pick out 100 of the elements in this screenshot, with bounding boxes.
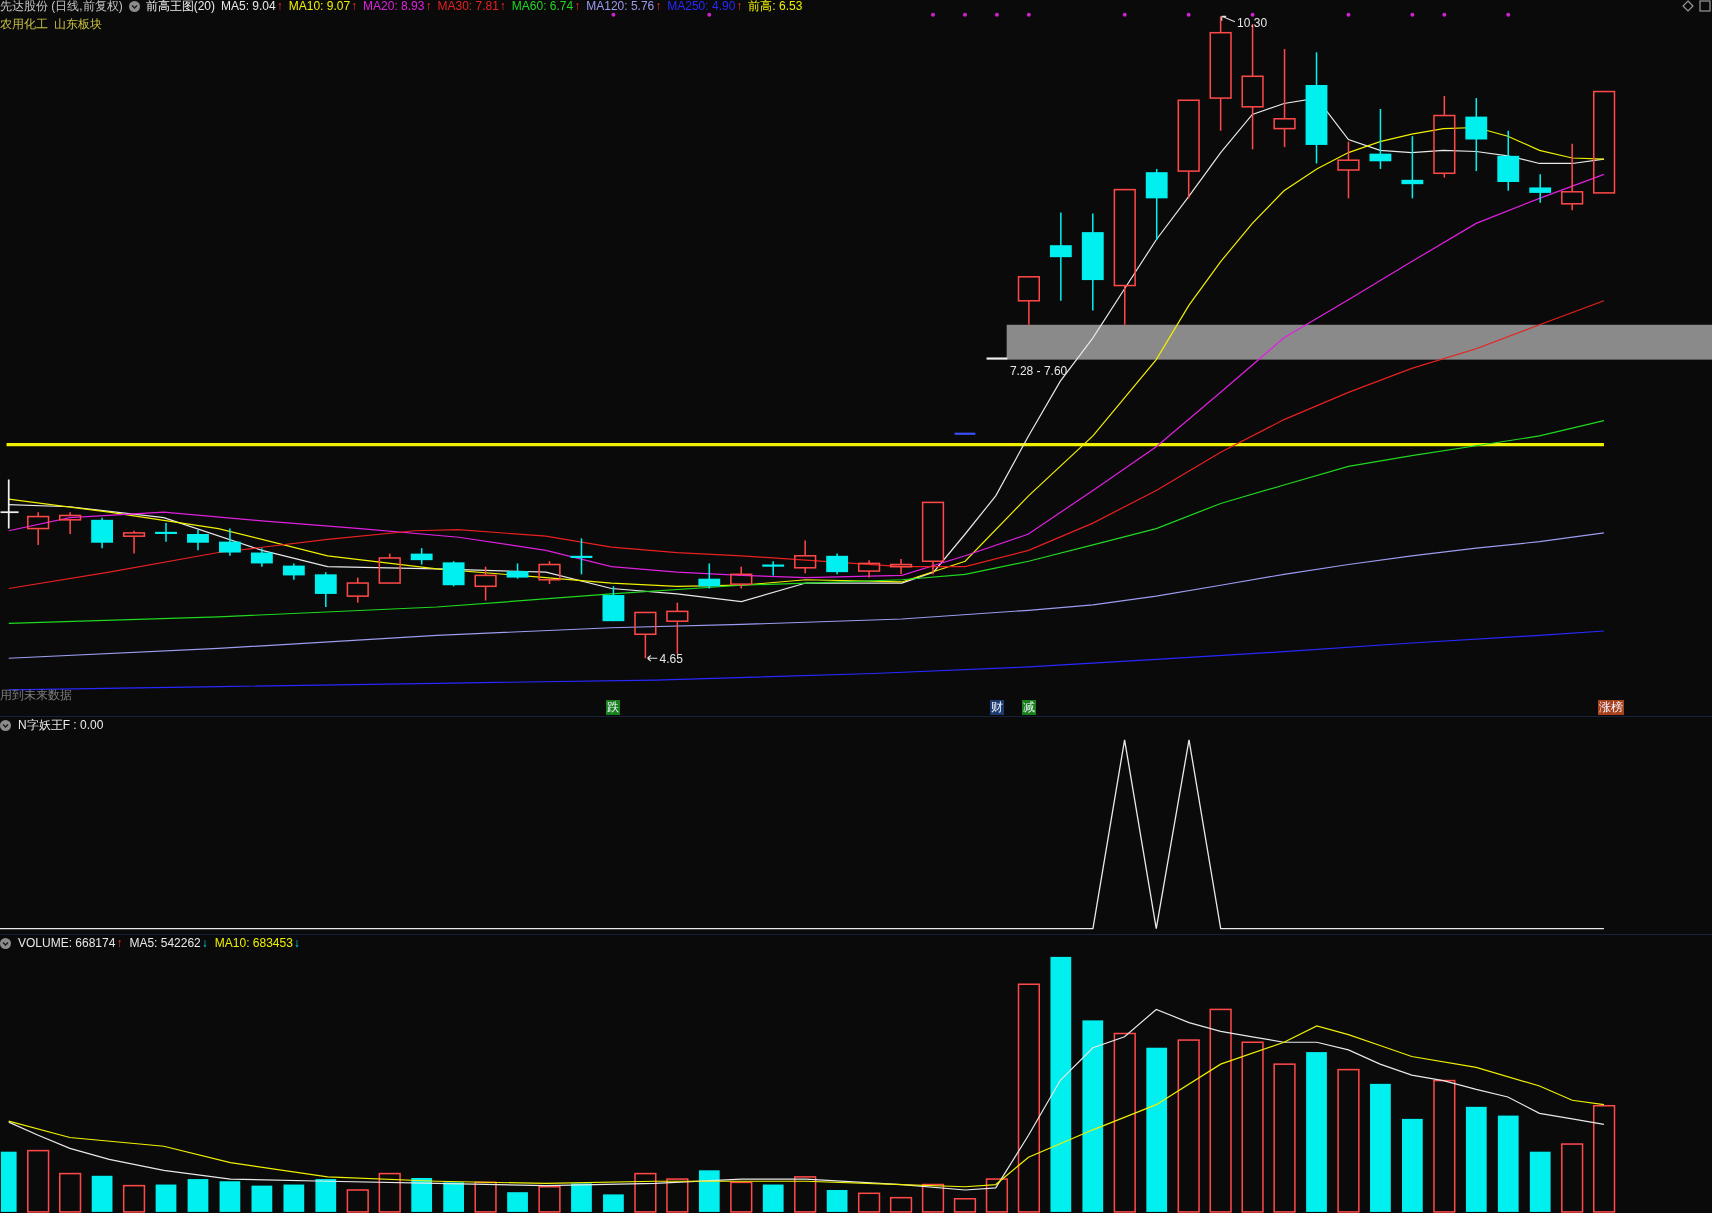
leader-arrow [646, 654, 658, 662]
trend-arrow: ↑ [574, 0, 581, 13]
candle [666, 601, 689, 655]
candle [282, 562, 305, 581]
signal-tag: 减 [1021, 700, 1036, 715]
volume-bar [122, 1184, 146, 1213]
candle [762, 560, 785, 577]
candle [187, 528, 209, 552]
candle [698, 562, 721, 590]
trend-arrow: ↑ [351, 0, 358, 13]
sector-label: 农用化工 [0, 17, 48, 31]
leader-arrow [1221, 15, 1236, 23]
crosshair-icon [0, 478, 20, 530]
volume-bar [187, 1179, 209, 1212]
candle [889, 558, 913, 576]
price-label: 4.65 [659, 651, 683, 666]
volume-bar [91, 1175, 113, 1212]
volume-bar [826, 1190, 848, 1212]
indicator-value: N字妖王F : 0.00 [18, 718, 104, 732]
indicator-value: MA30: 7.81 [437, 0, 499, 13]
indicator-value: 前高: 6.53 [748, 0, 803, 13]
signal-dot-icon [1186, 12, 1191, 17]
signal-tag: 财 [989, 700, 1004, 715]
indicator-value: VOLUME: 668174 [18, 936, 116, 950]
candle [155, 522, 177, 543]
price-label: 7.28 - 7.60 [1009, 363, 1068, 378]
signal-dot-icon [1250, 12, 1255, 17]
indicator-value: MA10: 683453 [214, 936, 293, 950]
volume-bar [538, 1185, 561, 1213]
signal-dot-icon [963, 12, 967, 17]
indicator-value: MA5: 542262 [129, 936, 201, 950]
candle [634, 611, 657, 659]
volume-bar [921, 1183, 945, 1213]
volume-bar [985, 1178, 1009, 1213]
volume-bar [1529, 1151, 1551, 1212]
candle [602, 585, 625, 622]
signal-dot-icon [1410, 12, 1415, 17]
indicator-value: MA10: 9.07 [288, 0, 351, 13]
signal-dot-icon [707, 12, 712, 17]
candle [1497, 130, 1520, 192]
candle [442, 560, 465, 588]
volume-bar [411, 1178, 433, 1212]
volume-bar [27, 1149, 50, 1213]
volume-bar [698, 1170, 720, 1212]
trend-arrow: ↑ [499, 0, 506, 13]
candle [826, 552, 849, 576]
diamond-icon[interactable] [1682, 0, 1694, 12]
candle [1561, 143, 1584, 212]
chevron-icon[interactable] [0, 719, 11, 731]
candle [219, 527, 241, 557]
trend-arrow: ↓ [201, 936, 208, 950]
indicator-name: 前高王图(20) [145, 0, 215, 13]
signal-dot-icon [1506, 12, 1511, 17]
volume-bar [666, 1178, 689, 1213]
candle [570, 537, 593, 576]
signal-dot-icon [994, 12, 999, 17]
trend-arrow: ↑ [116, 936, 123, 950]
candle [314, 571, 337, 608]
candle [410, 547, 433, 566]
candle [378, 552, 401, 584]
price-label: 10.30 [1237, 16, 1268, 31]
sector-label: 山东板块 [54, 17, 102, 31]
signal-dot-icon [931, 12, 935, 17]
indicator-value: MA120: 5.76 [586, 0, 655, 13]
volume-bar [378, 1172, 401, 1213]
volume-bar [730, 1181, 753, 1213]
volume-bar [59, 1172, 82, 1213]
volume-bar [283, 1184, 305, 1212]
volume-bar [953, 1198, 977, 1213]
candle [122, 529, 146, 555]
candle [59, 511, 82, 535]
candle [506, 562, 529, 580]
signal-dot-icon [1026, 12, 1031, 17]
signal-tag: 涨榜 [1597, 700, 1624, 715]
volume-bar [1561, 1143, 1584, 1213]
signal-tag: 跌 [606, 700, 621, 715]
candle [857, 559, 881, 579]
volume-bar [571, 1183, 592, 1212]
signal-dot-icon [611, 12, 616, 17]
signal-dot-icon [1346, 12, 1351, 17]
volume-bar [251, 1185, 273, 1212]
volume-bar [603, 1194, 624, 1212]
chevron-icon[interactable] [0, 937, 11, 949]
indicator-value: MA20: 8.93 [363, 0, 425, 13]
trend-arrow: ↑ [276, 0, 283, 13]
signal-dot-icon [1442, 12, 1447, 17]
square-icon[interactable] [1699, 0, 1711, 12]
indicator-value: MA250: 4.90 [667, 0, 736, 13]
stock-title: 先达股份 (日线,前复权) [0, 0, 123, 13]
candle [27, 511, 50, 546]
chevron-icon[interactable] [128, 0, 140, 12]
volume-bar [315, 1179, 337, 1212]
volume-bar [155, 1184, 177, 1212]
candle [1529, 173, 1552, 204]
trend-arrow: ↑ [425, 0, 432, 13]
volume-bar [507, 1192, 528, 1212]
notice-text: 用到未来数据 [0, 688, 72, 702]
candle [1401, 135, 1424, 200]
candle [954, 432, 976, 435]
candle [91, 516, 113, 549]
